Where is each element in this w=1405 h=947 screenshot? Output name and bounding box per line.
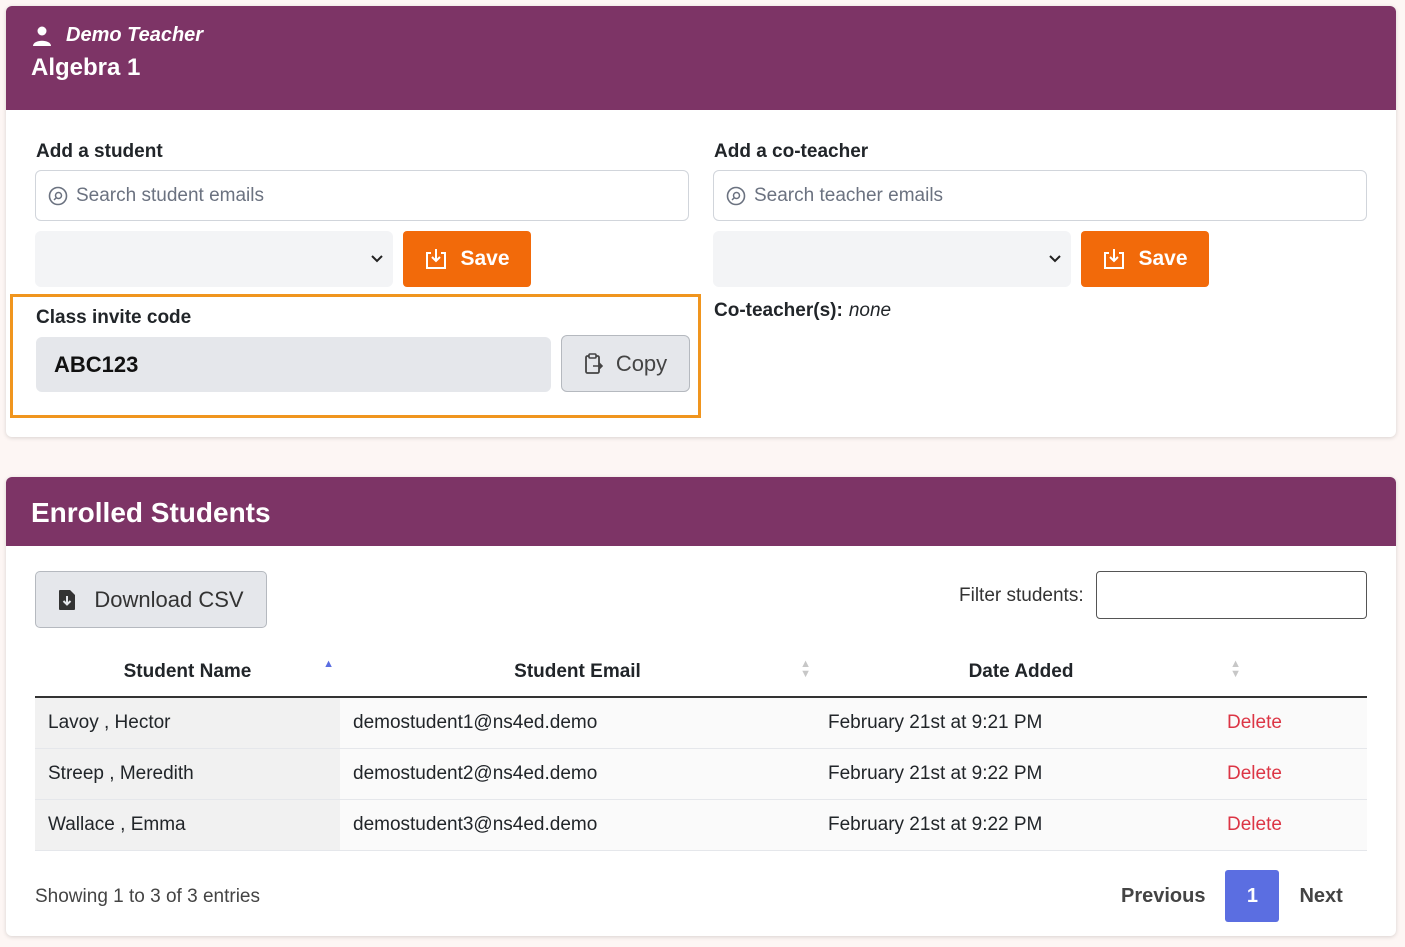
file-download-icon [59, 589, 76, 610]
delete-link[interactable]: Delete [1227, 748, 1367, 800]
enrolled-title: Enrolled Students [31, 497, 271, 528]
student-email-cell: demostudent3@ns4ed.demo [340, 799, 815, 851]
save-coteacher-label: Save [1138, 247, 1188, 270]
next-button[interactable]: Next [1279, 870, 1362, 922]
search-icon [48, 186, 68, 205]
entries-info: Showing 1 to 3 of 3 entries [35, 886, 260, 907]
student-search-input[interactable] [76, 184, 656, 207]
save-student-button[interactable]: Save [403, 231, 531, 287]
column-actions [1227, 647, 1367, 698]
invite-code-label: Class invite code [36, 307, 192, 328]
save-coteacher-button[interactable]: Save [1081, 231, 1209, 287]
table-row: Streep , Meredith demostudent2@ns4ed.dem… [35, 748, 1367, 800]
chevron-down-icon [1049, 255, 1061, 263]
teacher-search-input[interactable] [754, 184, 1334, 207]
table-row: Wallace , Emma demostudent3@ns4ed.demo F… [35, 799, 1367, 851]
download-csv-button[interactable]: Download CSV [35, 571, 267, 628]
user-icon [33, 26, 51, 46]
table-row: Lavoy , Hector demostudent1@ns4ed.demo F… [35, 697, 1367, 749]
class-header: Demo Teacher Algebra 1 [6, 6, 1396, 110]
student-name-cell: Wallace , Emma [35, 799, 340, 851]
column-student-name[interactable]: Student Name ▲ [35, 647, 340, 698]
save-download-icon [426, 249, 447, 269]
clipboard-icon [584, 352, 603, 374]
coteachers-value: none [848, 300, 892, 321]
page-1-button[interactable]: 1 [1225, 870, 1280, 922]
add-student-label: Add a student [36, 141, 163, 162]
student-select[interactable] [35, 231, 393, 287]
copy-button[interactable]: Copy [561, 335, 690, 392]
date-added-cell: February 21st at 9:21 PM [815, 697, 1227, 749]
date-added-cell: February 21st at 9:22 PM [815, 748, 1227, 800]
date-added-cell: February 21st at 9:22 PM [815, 799, 1227, 851]
coteachers-label: Co-teacher(s): [714, 300, 843, 321]
student-email-cell: demostudent2@ns4ed.demo [340, 748, 815, 800]
teacher-line: Demo Teacher [32, 24, 203, 47]
invite-code-field: ABC123 [36, 337, 551, 392]
teacher-name: Demo Teacher [66, 24, 204, 46]
enrolled-students-card: Enrolled Students Download CSV Filter st… [6, 477, 1396, 936]
save-student-label: Save [460, 247, 510, 270]
delete-link[interactable]: Delete [1227, 697, 1367, 749]
pagination: Previous 1 Next [1101, 870, 1363, 922]
sort-icon: ▲ ▼ [800, 658, 811, 680]
student-name-cell: Lavoy , Hector [35, 697, 340, 749]
coteachers-line: Co-teacher(s): none [714, 300, 891, 322]
filter-label: Filter students: [959, 585, 1084, 606]
save-download-icon [1104, 249, 1125, 269]
previous-button[interactable]: Previous [1101, 870, 1225, 922]
column-student-name-label: Student Name [123, 660, 252, 682]
add-coteacher-label: Add a co-teacher [714, 141, 869, 162]
column-date-added-label: Date Added [968, 660, 1074, 682]
teacher-search-box[interactable] [713, 170, 1367, 221]
download-csv-label: Download CSV [94, 586, 244, 612]
class-title: Algebra 1 [31, 54, 141, 81]
invite-code-section: Class invite code ABC123 Copy [10, 294, 701, 418]
class-settings-card: Demo Teacher Algebra 1 Add a student Sav… [6, 6, 1396, 437]
search-icon [726, 186, 746, 205]
students-table: Student Name ▲ Student Email ▲ ▼ Date Add… [35, 647, 1367, 851]
column-student-email-label: Student Email [514, 660, 641, 682]
sort-up-icon: ▲ [323, 658, 334, 670]
teacher-select[interactable] [713, 231, 1071, 287]
copy-label: Copy [615, 350, 668, 376]
column-date-added[interactable]: Date Added ▲ ▼ [815, 647, 1241, 698]
student-email-cell: demostudent1@ns4ed.demo [340, 697, 815, 749]
delete-link[interactable]: Delete [1227, 799, 1367, 851]
filter-input[interactable] [1096, 571, 1367, 619]
student-search-box[interactable] [35, 170, 689, 221]
chevron-down-icon [371, 255, 383, 263]
enrolled-header: Enrolled Students [6, 477, 1396, 546]
column-student-email[interactable]: Student Email ▲ ▼ [340, 647, 815, 698]
student-name-cell: Streep , Meredith [35, 748, 340, 800]
